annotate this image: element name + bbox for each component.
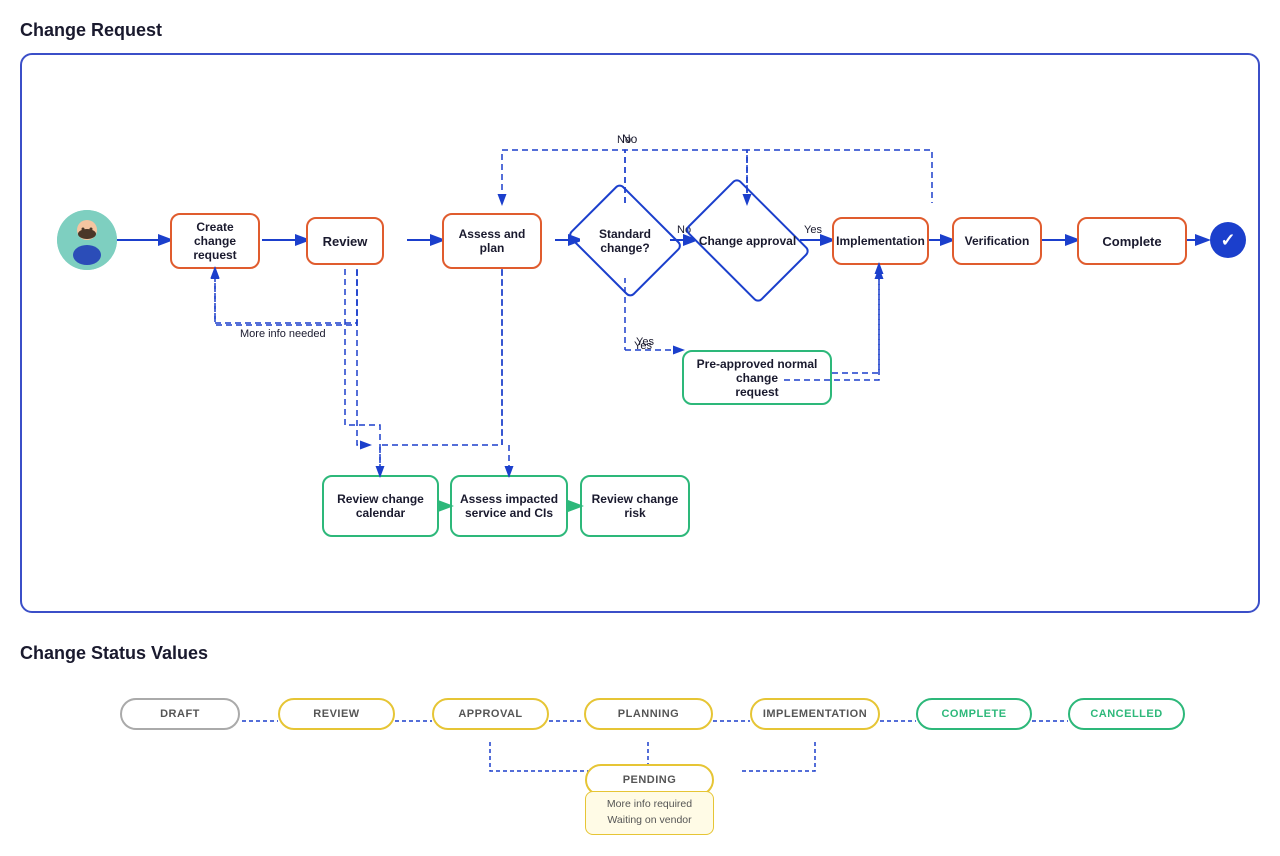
- assess-node: Assess and plan: [442, 213, 542, 269]
- status-draft: DRAFT: [120, 698, 240, 730]
- page-title: Change Request: [20, 20, 1260, 41]
- impacted-node: Assess impacted service and CIs: [450, 475, 568, 537]
- implementation-node: Implementation: [832, 217, 929, 265]
- svg-text:No: No: [622, 132, 638, 146]
- yes-label-standard: Yes: [634, 340, 652, 352]
- status-review: REVIEW: [278, 698, 395, 730]
- status-planning: PLANNING: [584, 698, 713, 730]
- complete-node: Complete: [1077, 217, 1187, 265]
- status-complete: COMPLETE: [916, 698, 1032, 730]
- svg-text:No: No: [617, 134, 631, 146]
- calendar-node: Review change calendar: [322, 475, 439, 537]
- status-implementation: IMPLEMENTATION: [750, 698, 880, 730]
- risk-node: Review change risk: [580, 475, 690, 537]
- status-approval: APPROVAL: [432, 698, 549, 730]
- check-icon: ✓: [1210, 222, 1246, 258]
- verification-node: Verification: [952, 217, 1042, 265]
- more-info-label: More info needed: [240, 328, 326, 340]
- diagram-container: No Yes Yes No: [20, 53, 1260, 613]
- approval-node: Change approval: [695, 203, 800, 278]
- standard-node: Standard change?: [580, 203, 670, 278]
- svg-text:Yes: Yes: [804, 224, 822, 236]
- review-node: Review: [306, 217, 384, 265]
- preapproved-node: Pre-approved normal change request: [682, 350, 832, 405]
- status-cancelled: CANCELLED: [1068, 698, 1185, 730]
- create-node: Create change request: [170, 213, 260, 269]
- status-flow: DRAFT REVIEW APPROVAL PLANNING IMPLEMENT…: [20, 676, 1260, 836]
- status-title: Change Status Values: [20, 643, 1260, 664]
- avatar-node: [57, 210, 117, 270]
- pending-subtext: More info required Waiting on vendor: [585, 791, 714, 835]
